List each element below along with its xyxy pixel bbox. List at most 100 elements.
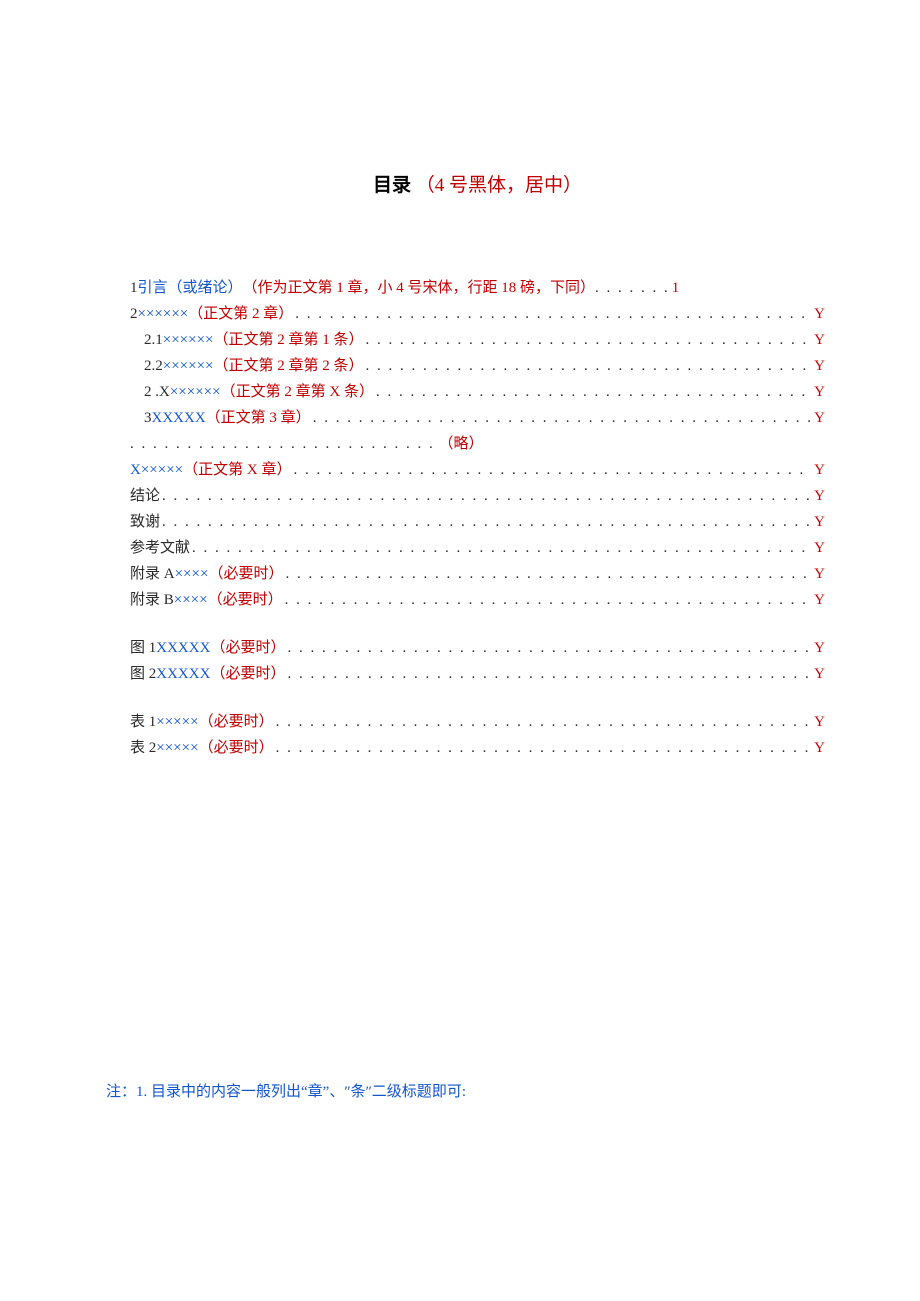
toc-entry: X×××××（正文第 X 章） Y [130, 457, 825, 483]
toc-entry-dots [190, 535, 812, 561]
toc-entry: 附录 A××××（必要时） Y [130, 561, 825, 587]
toc-entry-blue: ×××× [174, 587, 208, 613]
heading-red: （4 号黑体，居中） [416, 175, 582, 196]
toc-entry: 1引言（或绪论）（作为正文第 1 章，小 4 号宋体，行距 18 磅，下同） .… [130, 275, 825, 301]
toc-entry-blue: ××××× [156, 709, 198, 735]
toc-entry-red: （必要时） [210, 661, 285, 687]
toc-entry-dots [291, 457, 812, 483]
toc-entry-red: （正文第 X 章） [183, 457, 291, 483]
toc-entry: 表 1×××××（必要时） Y [130, 709, 825, 735]
toc-entry-dots [274, 709, 813, 735]
toc-entry-blue: ×××××× [170, 379, 221, 405]
toc-entry-red: （正文第 2 章第 X 条） [221, 379, 374, 405]
toc-entry-blue: ×××××× [163, 353, 214, 379]
toc-entry-prefix: 结论 [130, 483, 160, 509]
toc-gap [130, 613, 825, 635]
toc-entry: 2.2 ×××××× （正文第 2 章第 2 条） Y [130, 353, 825, 379]
toc-entry: 结论 Y [130, 483, 825, 509]
toc-entry-prefix: 3 [144, 405, 152, 431]
toc-body: 1引言（或绪论）（作为正文第 1 章，小 4 号宋体，行距 18 磅，下同） .… [130, 275, 825, 761]
toc-entry-prefix: 2.1 [144, 327, 163, 353]
toc-entry-page: Y [812, 709, 825, 735]
toc-entry-prefix: 参考文献 [130, 535, 190, 561]
toc-entry-dots: . . . . . . . [595, 275, 670, 301]
toc-entry-red: （必要时） [199, 709, 274, 735]
toc-heading: 目录 （4 号黑体，居中） [130, 170, 825, 197]
toc-entry-red: （必要时） [199, 735, 274, 761]
toc-entry: 附录 B××××（必要时） Y [130, 587, 825, 613]
toc-entry-dots [160, 483, 812, 509]
toc-entry-page: Y [812, 735, 825, 761]
toc-entry: 2×××××× （正文第 2 章） Y [130, 301, 825, 327]
toc-entry-prefix: 2 [130, 301, 138, 327]
toc-entry-page: Y [812, 661, 825, 687]
toc-entry-dots [160, 509, 812, 535]
toc-entry-blue: XXXXX [156, 635, 210, 661]
toc-entry-prefix: 图 2 [130, 661, 156, 687]
toc-entry-blue: XXXXX [152, 405, 206, 431]
toc-entry-page: Y [812, 635, 825, 661]
toc-entry-red: （正文第 2 章第 1 条） [214, 327, 364, 353]
toc-entry-page: Y [812, 301, 825, 327]
toc-entry-prefix: 致谢 [130, 509, 160, 535]
toc-entry-red: （必要时） [208, 587, 283, 613]
toc-entry-prefix: 2 .X [144, 379, 170, 405]
toc-entry-blue: ×××× [175, 561, 209, 587]
toc-entry-prefix: 表 2 [130, 735, 156, 761]
toc-entry-dots [285, 661, 812, 687]
toc-entry-red: （必要时） [210, 635, 285, 661]
toc-entry-dots [293, 301, 812, 327]
toc-entry-page: Y [812, 353, 825, 379]
toc-entry-page: Y [812, 457, 825, 483]
toc-entry-red: （正文第 3 章） [206, 405, 311, 431]
toc-entry-red: （作为正文第 1 章，小 4 号宋体，行距 18 磅，下同） [243, 275, 596, 301]
toc-entry-page: Y [812, 535, 825, 561]
toc-entry-dots [364, 327, 813, 353]
heading-black: 目录 [373, 175, 411, 196]
toc-entry-page: 1 [670, 275, 680, 301]
toc-short-dots: . . . . . . . . . . . . . . . . . . . . … [130, 436, 435, 452]
toc-entry-red: （正文第 2 章第 2 条） [214, 353, 364, 379]
toc-entry-page: Y [812, 509, 825, 535]
toc-entry-dots [311, 405, 812, 431]
toc-entry-red: （正文第 2 章） [188, 301, 293, 327]
toc-gap [130, 687, 825, 709]
toc-entry-dots [285, 635, 812, 661]
toc-entry: 2 .X××××××（正文第 2 章第 X 条） Y [130, 379, 825, 405]
toc-entry-red: （必要时） [208, 561, 283, 587]
toc-entry-prefix: 图 1 [130, 635, 156, 661]
toc-entry: 参考文献 Y [130, 535, 825, 561]
toc-entry-page: Y [812, 587, 825, 613]
toc-entry: 3 XXXXX（正文第 3 章） Y [130, 405, 825, 431]
toc-entry: 图 1XXXXX（必要时） Y [130, 635, 825, 661]
toc-entry-blue: X××××× [130, 457, 183, 483]
toc-entry-page: Y [812, 483, 825, 509]
toc-entry-blue: 引言（或绪论） [138, 275, 243, 301]
toc-entry-dots [374, 379, 812, 405]
toc-entry: 图 2XXXXX（必要时） Y [130, 661, 825, 687]
toc-short-red: （略） [435, 436, 484, 452]
toc-page: 目录 （4 号黑体，居中） 1引言（或绪论）（作为正文第 1 章，小 4 号宋体… [0, 0, 920, 1301]
toc-entry: 表 2×××××（必要时） Y [130, 735, 825, 761]
toc-entry-prefix: 附录 A [130, 561, 175, 587]
toc-entry-prefix: 2.2 [144, 353, 163, 379]
toc-entry-blue: ×××××× [138, 301, 189, 327]
toc-entry-dots [283, 587, 813, 613]
toc-entry-blue: ××××× [156, 735, 198, 761]
toc-footnote: 注：1. 目录中的内容一般列出“章”、″条″二级标题即可: [106, 1080, 466, 1101]
toc-entry: 致谢 Y [130, 509, 825, 535]
toc-entry-page: Y [812, 405, 825, 431]
toc-entry-page: Y [812, 561, 825, 587]
toc-short-line: . . . . . . . . . . . . . . . . . . . . … [130, 431, 825, 457]
toc-entry-page: Y [812, 327, 825, 353]
toc-entry-page: Y [812, 379, 825, 405]
toc-entry: 2.1 ×××××× （正文第 2 章第 1 条） Y [130, 327, 825, 353]
toc-entry-blue: ×××××× [163, 327, 214, 353]
toc-entry-dots [364, 353, 813, 379]
toc-entry-blue: XXXXX [156, 661, 210, 687]
toc-entry-prefix: 1 [130, 275, 138, 301]
toc-entry-dots [274, 735, 813, 761]
toc-entry-prefix: 表 1 [130, 709, 156, 735]
toc-entry-dots [283, 561, 812, 587]
toc-entry-prefix: 附录 B [130, 587, 174, 613]
